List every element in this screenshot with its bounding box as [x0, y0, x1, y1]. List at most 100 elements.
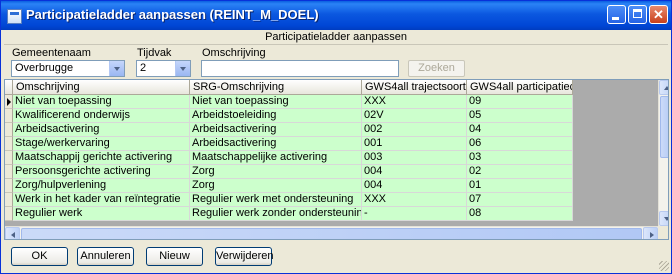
- close-button[interactable]: ✕: [649, 5, 668, 24]
- gemeentenaam-select[interactable]: Overbrugge: [11, 60, 125, 77]
- cell-srg-omschrijving[interactable]: Arbeidsactivering: [190, 123, 362, 137]
- vertical-scroll-thumb[interactable]: [660, 96, 668, 158]
- horizontal-scroll-thumb[interactable]: [21, 228, 642, 239]
- cell-srg-omschrijving[interactable]: Regulier werk zonder ondersteuning: [190, 207, 362, 221]
- table-row[interactable]: Werk in het kader van reïntegratie Reguli…: [5, 193, 573, 207]
- column-header-trajectsoort[interactable]: GWS4all trajectsoort: [362, 80, 467, 95]
- cell-participatiecode[interactable]: 04: [467, 123, 573, 137]
- arrow-up-icon: [664, 86, 668, 90]
- row-header[interactable]: [5, 207, 13, 221]
- cell-trajectsoort[interactable]: 004: [362, 179, 467, 193]
- omschrijving-input[interactable]: [201, 60, 399, 77]
- omschrijving-label: Omschrijving: [202, 47, 266, 59]
- arrow-down-icon: [664, 217, 668, 221]
- row-header[interactable]: [5, 179, 13, 193]
- scroll-left-button[interactable]: [5, 227, 20, 239]
- cell-srg-omschrijving[interactable]: Arbeidsactivering: [190, 137, 362, 151]
- cell-trajectsoort[interactable]: 001: [362, 137, 467, 151]
- cell-omschrijving[interactable]: Kwalificerend onderwijs: [13, 109, 190, 123]
- row-header[interactable]: [5, 109, 13, 123]
- close-icon: ✕: [653, 7, 664, 22]
- cell-participatiecode[interactable]: 05: [467, 109, 573, 123]
- cell-participatiecode[interactable]: 01: [467, 179, 573, 193]
- title-bar[interactable]: Participatieladder aanpassen (REINT_M_DO…: [1, 1, 671, 30]
- column-header-omschrijving[interactable]: Omschrijving: [13, 80, 190, 95]
- table-row[interactable]: Arbeidsactivering Arbeidsactivering 002 04: [5, 123, 573, 137]
- minimize-button[interactable]: [607, 5, 626, 24]
- header-divider: [4, 44, 668, 45]
- horizontal-scrollbar[interactable]: [5, 226, 658, 239]
- scroll-down-button[interactable]: [659, 211, 668, 226]
- cell-trajectsoort[interactable]: 004: [362, 165, 467, 179]
- cell-trajectsoort[interactable]: 02V: [362, 109, 467, 123]
- row-header[interactable]: [5, 137, 13, 151]
- scrollbar-corner: [658, 226, 668, 239]
- cell-trajectsoort[interactable]: 002: [362, 123, 467, 137]
- vertical-scrollbar[interactable]: [658, 80, 668, 226]
- cell-omschrijving[interactable]: Werk in het kader van reïntegratie: [13, 193, 190, 207]
- app-icon: [7, 9, 22, 24]
- window: Participatieladder aanpassen (REINT_M_DO…: [0, 0, 672, 274]
- nieuw-button[interactable]: Nieuw: [146, 247, 203, 266]
- table-row[interactable]: Maatschappij gerichte activering Maatscha…: [5, 151, 573, 165]
- table-row[interactable]: Niet van toepassing Niet van toepassing XX…: [5, 95, 573, 109]
- arrow-left-icon: [11, 232, 15, 238]
- row-header[interactable]: [5, 151, 13, 165]
- cell-srg-omschrijving[interactable]: Maatschappelijke activering: [190, 151, 362, 165]
- table-row[interactable]: Stage/werkervaring Arbeidsactivering 001 06: [5, 137, 573, 151]
- window-title: Participatieladder aanpassen (REINT_M_DO…: [26, 7, 319, 22]
- column-header-srg-omschrijving[interactable]: SRG-Omschrijving: [190, 80, 362, 95]
- column-header-participatiecode[interactable]: GWS4all participatiecode: [467, 80, 573, 95]
- maximize-icon: [633, 9, 642, 18]
- cell-srg-omschrijving[interactable]: Arbeidstoeleiding: [190, 109, 362, 123]
- cell-participatiecode[interactable]: 07: [467, 193, 573, 207]
- cell-srg-omschrijving[interactable]: Zorg: [190, 179, 362, 193]
- cell-participatiecode[interactable]: 08: [467, 207, 573, 221]
- verwijderen-button[interactable]: Verwijderen: [215, 247, 273, 266]
- scroll-up-button[interactable]: [659, 80, 668, 95]
- chevron-down-icon[interactable]: [109, 61, 124, 76]
- tijdvak-value: 2: [140, 62, 147, 74]
- current-row-indicator-icon[interactable]: [5, 95, 13, 109]
- cell-omschrijving[interactable]: Niet van toepassing: [13, 95, 190, 109]
- row-header[interactable]: [5, 123, 13, 137]
- ok-button[interactable]: OK: [11, 247, 68, 266]
- data-grid[interactable]: Omschrijving SRG-Omschrijving GWS4all tr…: [4, 79, 669, 240]
- cell-omschrijving[interactable]: Zorg/hulpverlening: [13, 179, 190, 193]
- cell-srg-omschrijving[interactable]: Niet van toepassing: [190, 95, 362, 109]
- scroll-right-button[interactable]: [643, 227, 658, 239]
- cell-participatiecode[interactable]: 02: [467, 165, 573, 179]
- cell-omschrijving[interactable]: Arbeidsactivering: [13, 123, 190, 137]
- maximize-button[interactable]: [628, 5, 647, 24]
- table-row[interactable]: Persoonsgerichte activering Zorg 004 02: [5, 165, 573, 179]
- cell-srg-omschrijving[interactable]: Regulier werk met ondersteuning: [190, 193, 362, 207]
- cell-omschrijving[interactable]: Maatschappij gerichte activering: [13, 151, 190, 165]
- table-row[interactable]: Regulier werk Regulier werk zonder onders…: [5, 207, 573, 221]
- cell-trajectsoort[interactable]: -: [362, 207, 467, 221]
- table-row[interactable]: Kwalificerend onderwijs Arbeidstoeleiding…: [5, 109, 573, 123]
- cell-omschrijving[interactable]: Persoonsgerichte activering: [13, 165, 190, 179]
- row-header-corner: [5, 80, 13, 95]
- cell-trajectsoort[interactable]: XXX: [362, 95, 467, 109]
- cell-srg-omschrijving[interactable]: Zorg: [190, 165, 362, 179]
- cell-participatiecode[interactable]: 03: [467, 151, 573, 165]
- row-header[interactable]: [5, 165, 13, 179]
- row-header[interactable]: [5, 193, 13, 207]
- annuleren-button[interactable]: Annuleren: [77, 247, 134, 266]
- form-header: Participatieladder aanpassen: [265, 31, 407, 43]
- chevron-down-icon[interactable]: [175, 61, 190, 76]
- tijdvak-label: Tijdvak: [137, 47, 172, 59]
- cell-participatiecode[interactable]: 06: [467, 137, 573, 151]
- gemeentenaam-value: Overbrugge: [15, 62, 74, 74]
- cell-trajectsoort[interactable]: XXX: [362, 193, 467, 207]
- cell-trajectsoort[interactable]: 003: [362, 151, 467, 165]
- zoeken-button[interactable]: Zoeken: [408, 60, 465, 77]
- table-row[interactable]: Zorg/hulpverlening Zorg 004 01: [5, 179, 573, 193]
- cell-omschrijving[interactable]: Regulier werk: [13, 207, 190, 221]
- resize-grip-icon[interactable]: [659, 261, 669, 271]
- cell-omschrijving[interactable]: Stage/werkervaring: [13, 137, 190, 151]
- tijdvak-select[interactable]: 2: [136, 60, 191, 77]
- gemeentenaam-label: Gemeentenaam: [12, 47, 91, 59]
- arrow-right-icon: [650, 232, 654, 238]
- cell-participatiecode[interactable]: 09: [467, 95, 573, 109]
